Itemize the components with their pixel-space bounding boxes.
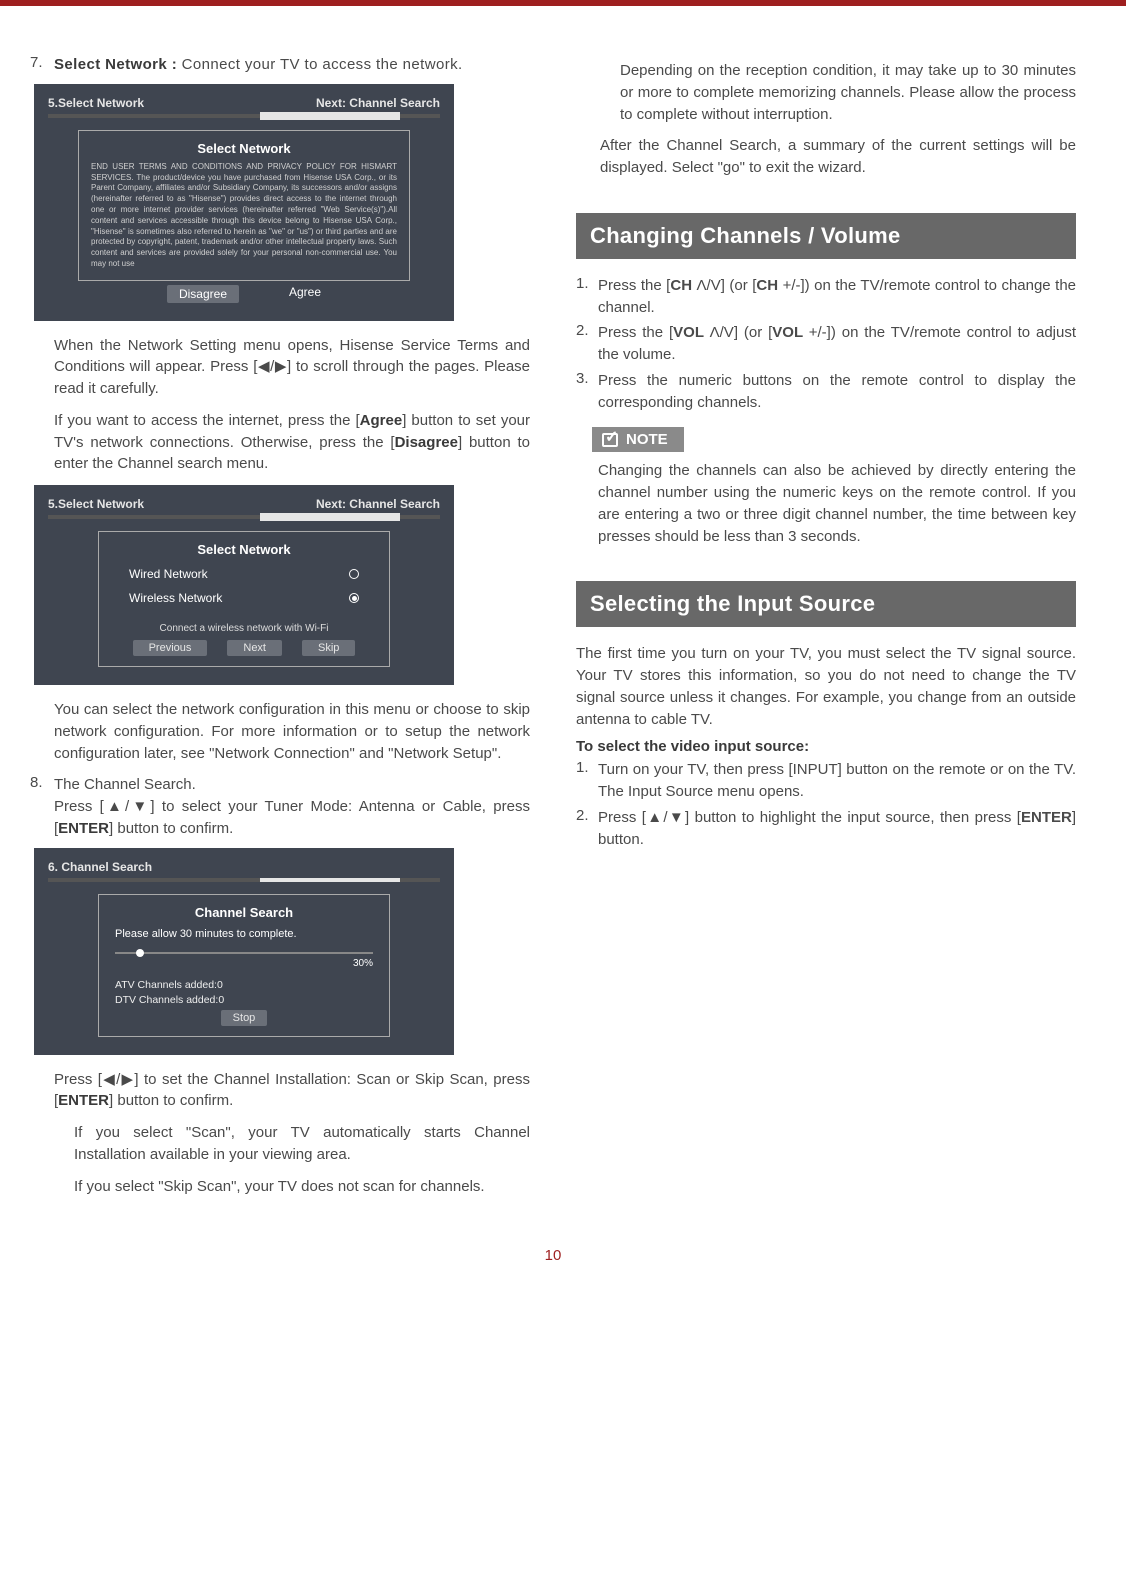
tv3-panel-title: Channel Search: [111, 905, 377, 920]
right-column: Depending on the reception condition, it…: [576, 54, 1076, 1207]
note-body: Changing the channels can also be achiev…: [598, 460, 1076, 547]
radio-selected-icon: [349, 593, 359, 603]
cc-step-3: 3. Press the numeric buttons on the remo…: [576, 370, 1076, 414]
tv2-tabbar: [48, 515, 440, 519]
step-number: 7.: [30, 54, 54, 76]
p-scan: If you select "Scan", your TV automatica…: [74, 1122, 530, 1166]
note-label: NOTE: [592, 427, 684, 452]
heading-changing-channels: Changing Channels / Volume: [576, 213, 1076, 259]
agree-button[interactable]: Agree: [289, 285, 321, 303]
note-text: NOTE: [626, 431, 668, 448]
step-7: 7. Select Network : Connect your TV to a…: [30, 54, 530, 76]
r-top-1: Depending on the reception condition, it…: [620, 60, 1076, 125]
progress-knob-icon: [136, 949, 144, 957]
p-after-search: Press [◀/▶] to set the Channel Installat…: [54, 1069, 530, 1113]
r-top-2: After the Channel Search, a summary of t…: [600, 135, 1076, 179]
tv1-terms: END USER TERMS AND CONDITIONS AND PRIVAC…: [91, 162, 397, 270]
page-number: 10: [30, 1247, 1076, 1264]
step-8: 8. The Channel Search. Press [▲/▼] to se…: [30, 774, 530, 839]
tv-screenshot-channel-search: 6. Channel Search Channel Search Please …: [34, 848, 454, 1055]
step-8-line2c: ] button to confirm.: [109, 820, 233, 837]
step-8-enter: ENTER: [58, 820, 109, 837]
p-after-search-c: ] button to confirm.: [109, 1092, 233, 1109]
tv2-panel: Select Network Wired Network Wireless Ne…: [98, 531, 390, 667]
p-after-search-enter: ENTER: [58, 1092, 109, 1109]
tv1-hdr-right: Next: Channel Search: [316, 96, 440, 110]
skip-button[interactable]: Skip: [302, 640, 355, 656]
step-7-text: Select Network : Connect your TV to acce…: [54, 54, 530, 76]
sel1-text: Turn on your TV, then press [INPUT] butt…: [598, 759, 1076, 803]
cc1-text: Press the [CH Λ/V] (or [CH +/-]) on the …: [598, 275, 1076, 319]
tv3-hdr-left: 6. Channel Search: [48, 860, 152, 874]
left-column: 7. Select Network : Connect your TV to a…: [30, 54, 530, 1207]
dtv-count: DTV Channels added:0: [115, 994, 373, 1006]
p-agree-disagree: If you want to access the internet, pres…: [54, 410, 530, 475]
tv2-hdr-right: Next: Channel Search: [316, 497, 440, 511]
step-8-body: The Channel Search. Press [▲/▼] to selec…: [54, 774, 530, 839]
atv-count: ATV Channels added:0: [115, 979, 373, 991]
step-8-number: 8.: [30, 774, 54, 839]
sel-step-1: 1. Turn on your TV, then press [INPUT] b…: [576, 759, 1076, 803]
sel-bold: To select the video input source:: [576, 738, 1076, 755]
tv1-panel-title: Select Network: [91, 141, 397, 156]
tv3-tabbar: [48, 878, 440, 882]
cc2-text: Press the [VOL Λ/V] (or [VOL +/-]) on th…: [598, 322, 1076, 366]
disagree-button[interactable]: Disagree: [167, 285, 239, 303]
tv3-panel: Channel Search Please allow 30 minutes t…: [98, 894, 390, 1037]
stop-button[interactable]: Stop: [221, 1010, 268, 1026]
sel-step-2: 2. Press [▲/▼] button to highlight the i…: [576, 807, 1076, 851]
step-8-line1: The Channel Search.: [54, 776, 196, 793]
p-skip-scan: If you select "Skip Scan", your TV does …: [74, 1176, 530, 1198]
cc2-num: 2.: [576, 322, 598, 366]
sel2-num: 2.: [576, 807, 598, 851]
progress-percent: 30%: [353, 958, 373, 969]
tv1-tabbar: [48, 114, 440, 118]
sel-para: The first time you turn on your TV, you …: [576, 643, 1076, 730]
radio-unselected-icon: [349, 569, 359, 579]
cc1-num: 1.: [576, 275, 598, 319]
previous-button[interactable]: Previous: [133, 640, 208, 656]
opt-wireless-label: Wireless Network: [129, 591, 222, 605]
step-7-title: Select Network :: [54, 56, 182, 73]
top-rule: [0, 0, 1126, 6]
tv1-panel: Select Network END USER TERMS AND CONDIT…: [78, 130, 410, 281]
tv2-hint: Connect a wireless network with Wi-Fi: [111, 623, 377, 634]
step-7-tail: Connect your TV to access the network.: [182, 56, 463, 73]
p-after-terms: When the Network Setting menu opens, His…: [54, 335, 530, 400]
opt-wired[interactable]: Wired Network: [129, 567, 359, 581]
sel1-num: 1.: [576, 759, 598, 803]
sel2-text: Press [▲/▼] button to highlight the inpu…: [598, 807, 1076, 851]
cc-step-1: 1. Press the [CH Λ/V] (or [CH +/-]) on t…: [576, 275, 1076, 319]
opt-wired-label: Wired Network: [129, 567, 208, 581]
progress-bar: [115, 952, 373, 954]
tv2-panel-title: Select Network: [111, 542, 377, 557]
opt-wireless[interactable]: Wireless Network: [129, 591, 359, 605]
tv2-hdr-left: 5.Select Network: [48, 497, 144, 511]
tv-screenshot-network: 5.Select Network Next: Channel Search Se…: [34, 485, 454, 685]
tv3-sub: Please allow 30 minutes to complete.: [115, 928, 373, 940]
next-button[interactable]: Next: [227, 640, 282, 656]
tv-screenshot-terms: 5.Select Network Next: Channel Search Se…: [34, 84, 454, 321]
cc3-num: 3.: [576, 370, 598, 414]
tv1-hdr-left: 5.Select Network: [48, 96, 144, 110]
cc-step-2: 2. Press the [VOL Λ/V] (or [VOL +/-]) on…: [576, 322, 1076, 366]
cc3-text: Press the numeric buttons on the remote …: [598, 370, 1076, 414]
p-after-network: You can select the network configuration…: [54, 699, 530, 764]
heading-input-source: Selecting the Input Source: [576, 581, 1076, 627]
check-icon: [602, 433, 618, 447]
